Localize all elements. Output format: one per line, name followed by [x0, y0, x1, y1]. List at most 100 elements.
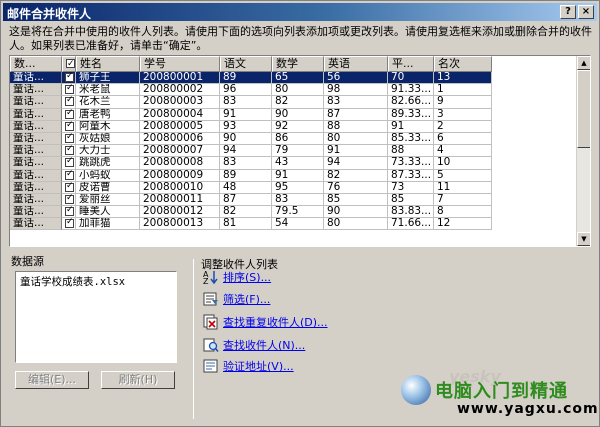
include-checkbox[interactable] — [65, 182, 74, 192]
table-cell: 唐老鸭 — [76, 108, 140, 121]
table-cell: 88 — [324, 120, 388, 133]
table-row[interactable]: 童话... 唐老鸭20080000491908789.33...3 — [10, 108, 492, 121]
table-row[interactable]: 童话... 睡美人2008000128279.59083.83...8 — [10, 206, 492, 219]
table-cell: 200800003 — [140, 96, 220, 109]
include-checkbox[interactable] — [65, 170, 74, 180]
table-row[interactable]: 童话... 狮子王2008000018965567013 — [10, 72, 492, 85]
column-header[interactable] — [62, 56, 76, 72]
table-row[interactable]: 童话... 大力士200800007947991884 — [10, 145, 492, 158]
filter-link[interactable]: 筛选(F)... — [203, 291, 270, 307]
table-cell: 43 — [272, 157, 324, 170]
table-cell: 91 — [272, 169, 324, 182]
table-cell: 96 — [220, 84, 272, 97]
dialog-title: 邮件合并收件人 — [7, 7, 92, 21]
include-checkbox[interactable] — [65, 121, 74, 131]
table-row[interactable]: 童话... 皮诺曹2008000104895767311 — [10, 181, 492, 194]
scroll-thumb[interactable] — [577, 70, 590, 148]
include-checkbox[interactable] — [65, 133, 74, 143]
table-cell: 12 — [434, 218, 492, 231]
filter-link-label: 筛选(F)... — [223, 293, 271, 306]
vertical-scrollbar[interactable]: ▲ ▼ — [576, 56, 590, 246]
column-header[interactable]: 学号 — [140, 56, 220, 72]
table-cell: 200800013 — [140, 218, 220, 231]
table-row[interactable]: 童话... 加菲猫20080001381548071.66...12 — [10, 218, 492, 231]
include-checkbox[interactable] — [65, 84, 74, 95]
validate-address-link[interactable]: 验证地址(V)... — [203, 358, 294, 374]
table-cell: 87.33... — [388, 169, 434, 182]
refresh-button[interactable]: 刷新(H) — [101, 371, 175, 389]
table-cell: 7 — [434, 193, 492, 207]
include-checkbox[interactable] — [65, 72, 74, 82]
table-cell: 200800006 — [140, 132, 220, 146]
scroll-down-icon[interactable]: ▼ — [577, 232, 590, 246]
datasource-list[interactable]: 童话学校成绩表.xlsx — [15, 271, 177, 363]
mail-merge-recipients-dialog: 邮件合并收件人 ? × 这是将在合并中使用的收件人列表。请使用下面的选项向列表添… — [0, 0, 600, 427]
include-checkbox[interactable] — [65, 157, 74, 168]
column-header[interactable]: 姓名 — [76, 56, 140, 72]
table-cell: 82 — [220, 206, 272, 219]
select-all-checkbox[interactable] — [66, 57, 75, 71]
table-cell: 200800007 — [140, 145, 220, 158]
table-cell: 童话... — [10, 120, 62, 133]
column-header[interactable]: 英语 — [324, 56, 388, 72]
table-cell: 95 — [272, 181, 324, 194]
help-button[interactable]: ? — [560, 5, 576, 19]
include-checkbox[interactable] — [65, 206, 74, 217]
table-cell: 56 — [324, 72, 388, 85]
table-cell: 85 — [324, 193, 388, 207]
include-checkbox[interactable] — [65, 109, 74, 119]
find-recipient-link-label: 查找收件人(N)... — [223, 339, 306, 352]
table-cell: 200800012 — [140, 206, 220, 219]
table-cell: 85 — [388, 193, 434, 207]
include-checkbox[interactable] — [65, 194, 74, 204]
column-header[interactable]: 语文 — [220, 56, 272, 72]
close-button[interactable]: × — [578, 5, 594, 19]
column-header[interactable]: 数学 — [272, 56, 324, 72]
table-cell: 童话... — [10, 169, 62, 182]
table-cell: 89 — [220, 169, 272, 182]
table-cell: 87 — [220, 193, 272, 207]
table-cell: 76 — [324, 181, 388, 194]
validate-address-link-label: 验证地址(V)... — [223, 360, 294, 373]
table-cell: 13 — [434, 72, 492, 85]
column-header[interactable]: 名次 — [434, 56, 492, 72]
table-row[interactable]: 童话...爱丽丝200800011878385857 — [10, 193, 492, 207]
include-checkbox[interactable] — [65, 145, 74, 156]
table-row[interactable]: 童话... 米老鼠20080000296809891.33...1 — [10, 84, 492, 97]
table-row[interactable]: 童话... 小蚂蚁20080000989918287.33...5 — [10, 169, 492, 182]
recipient-table[interactable]: 数... 姓名学号语文数学英语平...名次 童话...狮子王20080000189… — [9, 55, 591, 247]
include-checkbox-cell — [62, 145, 76, 158]
find-duplicates-icon — [203, 314, 219, 330]
table-cell: 87 — [324, 108, 388, 121]
table-cell: 爱丽丝 — [76, 193, 140, 207]
find-recipient-link[interactable]: 查找收件人(N)... — [203, 337, 305, 353]
table-cell: 加菲猫 — [76, 218, 140, 231]
datasource-item[interactable]: 童话学校成绩表.xlsx — [20, 274, 172, 289]
table-cell: 70 — [388, 72, 434, 85]
edit-button[interactable]: 编辑(E)... — [15, 371, 89, 389]
sort-link-label: 排序(S)... — [223, 271, 272, 284]
table-cell: 200800005 — [140, 120, 220, 133]
include-checkbox[interactable] — [65, 96, 74, 107]
include-checkbox-cell — [62, 108, 76, 121]
table-cell: 83.83... — [388, 206, 434, 219]
column-header[interactable]: 数... — [10, 56, 62, 72]
sort-link[interactable]: AZ 排序(S)... — [203, 269, 272, 286]
scroll-up-icon[interactable]: ▲ — [577, 56, 590, 70]
table-row[interactable]: 童话... 灰姑娘20080000690868085.33...6 — [10, 132, 492, 146]
table-cell: 2 — [434, 120, 492, 133]
column-header[interactable]: 平... — [388, 56, 434, 72]
find-duplicates-link[interactable]: 查找重复收件人(D)... — [203, 314, 328, 330]
table-row[interactable]: 童话... 跳跳虎20080000883439473.33...10 — [10, 157, 492, 170]
table-row[interactable]: 童话... 阿童木200800005939288912 — [10, 120, 492, 133]
table-cell: 94 — [220, 145, 272, 158]
table-cell: 82.66... — [388, 96, 434, 109]
table-cell: 89.33... — [388, 108, 434, 121]
table-cell: 200800001 — [140, 72, 220, 85]
table-row[interactable]: 童话...花木兰20080000383828382.66...9 — [10, 96, 492, 109]
include-checkbox-cell — [62, 72, 76, 85]
table-cell: 200800004 — [140, 108, 220, 121]
include-checkbox[interactable] — [65, 218, 74, 229]
table-cell: 童话... — [10, 96, 62, 109]
table-cell: 82 — [272, 96, 324, 109]
